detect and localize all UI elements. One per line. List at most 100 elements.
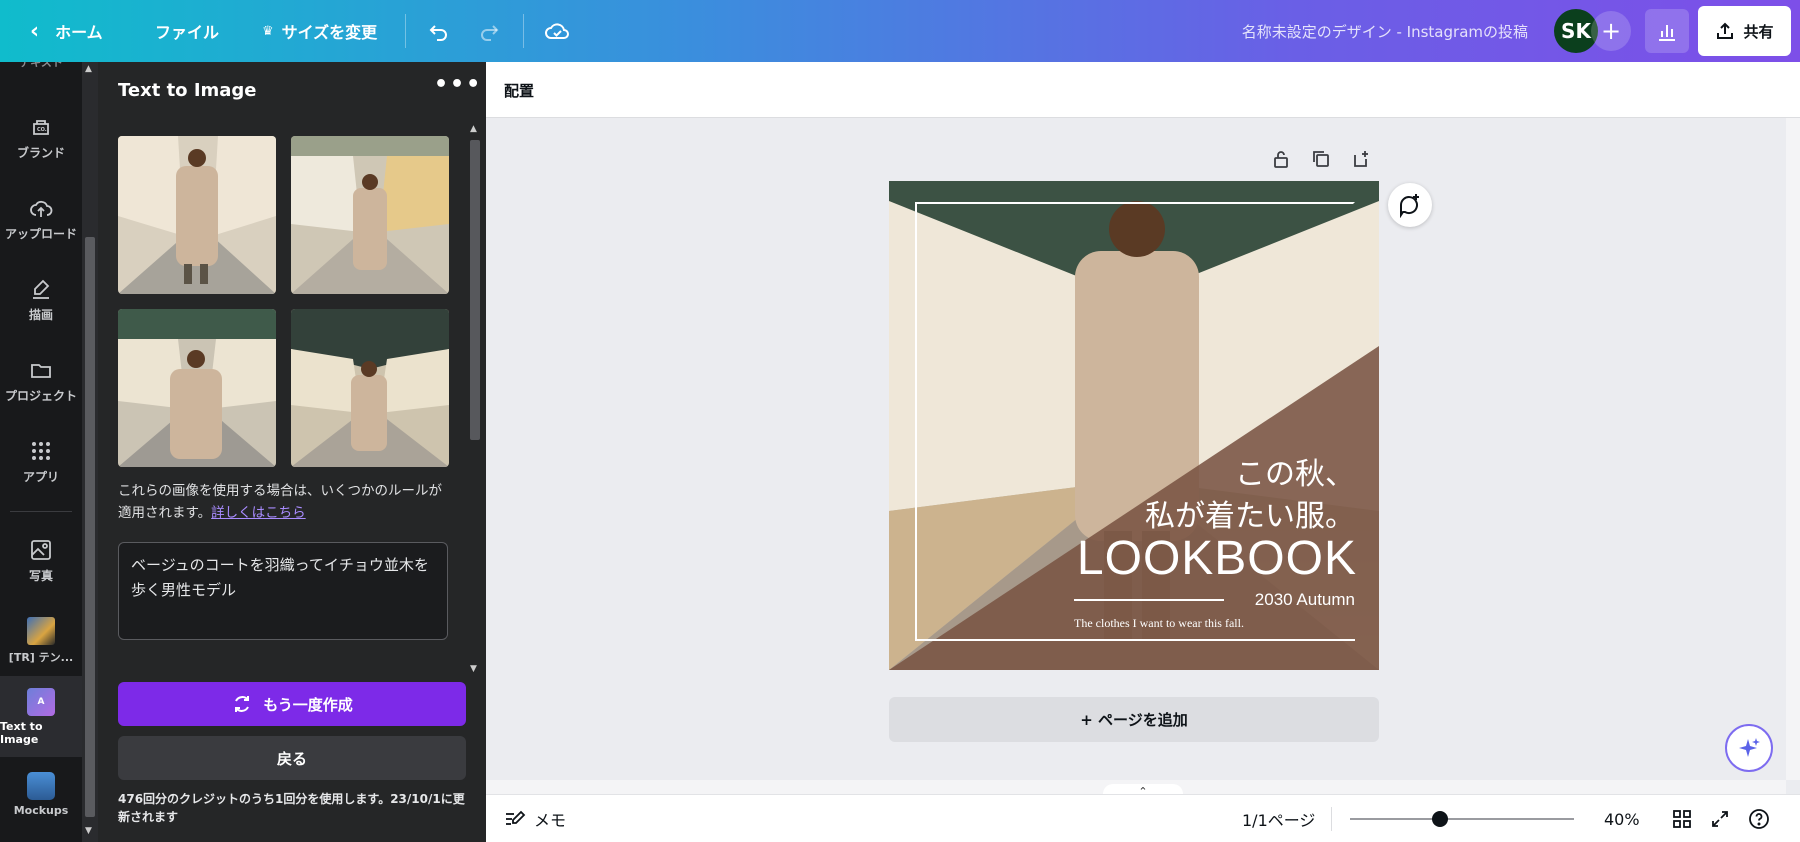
invite-button[interactable]: + [1591, 11, 1631, 51]
apps-grid-icon [28, 438, 54, 464]
undo-icon [429, 25, 447, 41]
bar-chart-icon [1659, 25, 1675, 41]
panel-scrollbar[interactable]: ▲ ▼ [468, 124, 482, 724]
help-button[interactable] [1748, 795, 1770, 842]
insights-button[interactable] [1645, 9, 1689, 53]
share-button[interactable]: 共有 [1698, 6, 1791, 56]
cloud-check-icon [545, 23, 569, 39]
generated-image-2[interactable] [291, 136, 449, 294]
rail-item-text-to-image[interactable]: A Text to Image [0, 676, 82, 757]
regenerate-button[interactable]: もう一度作成 [118, 682, 466, 726]
notes-icon [506, 810, 526, 825]
crown-icon: ♛ [262, 23, 274, 39]
text-to-image-panel: Text to Image ••• これらの画像を使用する場合は、いくつかのルー… [98, 62, 486, 842]
back-button[interactable]: 戻る [118, 736, 466, 780]
headline-line-1[interactable]: この秋、 [1235, 449, 1355, 493]
sparkle-icon [1739, 738, 1760, 757]
redo-icon [481, 25, 499, 41]
add-comment-button[interactable] [1388, 183, 1432, 227]
left-rail: テキスト CO. ブランド アップロード 描画 プロジェクト アプリ 写真 [T… [0, 62, 82, 842]
rail-label: アプリ [22, 470, 59, 484]
scroll-down-arrow-icon[interactable]: ▼ [470, 664, 477, 674]
rail-item-photos[interactable]: 写真 [0, 537, 82, 584]
generated-image-1[interactable] [118, 136, 276, 294]
arrange-button[interactable]: 配置 [504, 62, 534, 118]
rail-label: Text to Image [0, 719, 43, 746]
folder-icon [28, 357, 54, 383]
rail-label: [TR] テン... [8, 651, 74, 664]
notes-button[interactable]: メモ [504, 795, 566, 842]
top-toolbar: ‹ ホーム ファイル ♛ サイズを変更 名称未設定のデザイン - Instagr… [0, 0, 1800, 62]
rail-label: Mockups [13, 804, 69, 817]
lock-icon[interactable] [1270, 148, 1292, 170]
rail-item-mockups[interactable]: Mockups [0, 772, 82, 817]
toolbar-divider [523, 14, 524, 48]
file-menu-button[interactable]: ファイル [155, 0, 219, 62]
headline-line-2[interactable]: 私が着たい服。 [1145, 491, 1355, 535]
zoom-level[interactable]: 40% [1604, 795, 1640, 842]
help-icon [1749, 809, 1769, 829]
canvas-vertical-scrollbar[interactable] [1786, 118, 1800, 780]
resize-button[interactable]: ♛ サイズを変更 [262, 0, 377, 62]
zoom-slider[interactable] [1350, 811, 1574, 827]
toolbar-divider [405, 14, 406, 48]
comment-plus-icon [1400, 194, 1419, 218]
rail-item-draw[interactable]: 描画 [0, 276, 82, 323]
share-label: 共有 [1743, 22, 1774, 41]
season-text[interactable]: 2030 Autumn [1255, 590, 1355, 610]
rail-item-tr-template[interactable]: [TR] テン... [0, 617, 82, 665]
add-page-button[interactable]: + ページを追加 [889, 697, 1379, 742]
fullscreen-button[interactable] [1710, 795, 1730, 842]
scroll-up-arrow-icon[interactable]: ▲ [470, 124, 477, 134]
regenerate-label: もう一度作成 [263, 695, 353, 714]
lookbook-title[interactable]: LOOKBOOK [1077, 531, 1357, 586]
rail-scroll-thumb[interactable] [85, 237, 95, 817]
panel-scroll-thumb[interactable] [470, 140, 480, 440]
more-options-icon[interactable]: ••• [434, 72, 482, 97]
refresh-icon [235, 696, 250, 712]
prompt-input[interactable]: ベージュのコートを羽織ってイチョウ並木を歩く男性モデル [118, 542, 448, 640]
scroll-up-arrow-icon[interactable]: ▲ [85, 64, 92, 74]
magic-assistant-button[interactable] [1725, 724, 1773, 772]
app-thumbnail-icon [27, 617, 55, 645]
brand-icon: CO. [28, 114, 54, 140]
rail-label: 描画 [28, 308, 53, 322]
chevron-left-icon: ‹ [30, 18, 40, 44]
undo-button[interactable] [426, 0, 450, 62]
generated-image-3[interactable] [118, 309, 276, 467]
svg-text:CO.: CO. [37, 127, 47, 133]
credit-note: 476回分のクレジットのうち1回分を使用します。23/10/1に更新されます [118, 792, 465, 824]
tagline-text[interactable]: The clothes I want to wear this fall. [1074, 616, 1244, 631]
context-toolbar: 配置 [486, 62, 1800, 118]
notes-label: メモ [534, 811, 567, 830]
add-page-icon[interactable] [1350, 148, 1372, 170]
resize-label: サイズを変更 [281, 23, 378, 42]
rail-label: ブランド [16, 146, 65, 160]
page-tools [1270, 148, 1372, 170]
rail-label: アップロード [4, 227, 77, 241]
rail-item-brand[interactable]: CO. ブランド [0, 114, 82, 161]
design-title[interactable]: 名称未設定のデザイン - Instagramの投稿 [1242, 0, 1528, 62]
bottom-divider [1331, 807, 1332, 831]
generated-image-4[interactable] [291, 309, 449, 467]
save-status-button[interactable] [544, 0, 570, 62]
rail-item-projects[interactable]: プロジェクト [0, 357, 82, 404]
page-count[interactable]: 1/1ページ [1242, 795, 1315, 842]
duplicate-page-icon[interactable] [1310, 148, 1332, 170]
home-button[interactable]: ‹ ホーム [30, 0, 103, 62]
draw-icon [28, 276, 54, 302]
learn-more-link[interactable]: 詳しくはこちら [211, 505, 306, 521]
zoom-slider-knob[interactable] [1431, 811, 1448, 827]
rail-scrollbar[interactable]: ▲ ▼ [82, 62, 98, 842]
photo-icon [28, 537, 54, 563]
grid-view-button[interactable] [1672, 795, 1692, 842]
panel-title: Text to Image [118, 80, 257, 101]
rail-item-apps[interactable]: アプリ [0, 438, 82, 485]
upload-icon [1717, 22, 1734, 39]
scroll-down-arrow-icon[interactable]: ▼ [85, 826, 92, 836]
usage-rules-note: これらの画像を使用する場合は、いくつかのルールが適用されます。詳しくはこちら [118, 480, 448, 524]
design-page[interactable]: この秋、 私が着たい服。 LOOKBOOK 2030 Autumn The cl… [889, 181, 1379, 670]
rail-item-upload[interactable]: アップロード [0, 195, 82, 242]
rail-item-text[interactable]: テキスト [0, 62, 82, 70]
redo-button[interactable] [478, 0, 502, 62]
